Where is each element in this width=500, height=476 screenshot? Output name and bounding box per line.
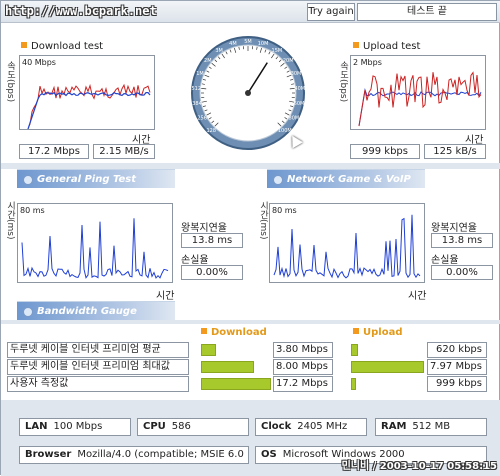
upload-bps-value: 999 kbps — [350, 144, 420, 159]
ping-chart-svg — [18, 204, 172, 282]
ping-loss-label: 손실율 — [181, 251, 209, 266]
tab-network-game[interactable]: Network Game & VoIP Test — [267, 169, 425, 188]
game-line — [274, 215, 420, 278]
orange-square-icon — [353, 42, 359, 48]
test-end-button[interactable]: 테스트 끝 — [357, 3, 497, 21]
gauge-tick-label: 15M — [272, 48, 283, 54]
upload-bar-value: 999 kbps — [427, 376, 487, 392]
clock-info: Clock2405 MHz — [255, 418, 367, 436]
ping-line — [22, 218, 168, 278]
tab-bandwidth-gauge[interactable]: Bandwidth Gauge — [17, 301, 175, 320]
gauge-tick-label: 3M — [215, 48, 223, 54]
lan-info: LAN100 Mbps — [19, 418, 131, 436]
gauge-tick-label: 256 — [197, 116, 207, 122]
ping-loss-value: 0.00% — [181, 265, 243, 280]
speed-gauge: 128 256 384 512 1M 2M3M 4M 5M 10M15M20M 30M 40M 60M… — [190, 35, 306, 151]
ping-y-label: 시간(ms) — [4, 201, 17, 239]
download-bps-value: 17.2 Mbps — [19, 144, 89, 159]
cpu-info: CPU586 — [137, 418, 249, 436]
download-average-line — [28, 93, 150, 129]
ping-latency-label: 왕복지연율 — [181, 219, 227, 234]
divider — [1, 320, 500, 324]
gauge-tick-label: 5M — [244, 39, 252, 45]
upload-bytes-value: 125 kB/s — [424, 144, 486, 159]
game-scale-label: 80 ms — [272, 206, 297, 215]
gauge-tick-label: 100M — [278, 128, 292, 134]
gauge-tick-label: 80M — [289, 116, 300, 122]
ram-info: RAM512 MB — [375, 418, 487, 436]
upload-bar-value: 7.97 Mbps — [427, 359, 487, 375]
game-loss-label: 손실율 — [431, 251, 459, 266]
upload-bar-value: 620 kbps — [427, 342, 487, 358]
upload-scale-label: 2 Mbps — [353, 58, 382, 67]
download-graph: 40 Mbps — [19, 55, 155, 130]
upload-graph: 2 Mbps — [350, 55, 486, 130]
gauge-tick-label: 20M — [283, 58, 294, 64]
ping-time-label: 시간 — [156, 287, 174, 302]
gauge-tick-label: 384 — [192, 101, 202, 107]
download-line — [28, 85, 150, 129]
download-scale-label: 40 Mbps — [22, 58, 56, 67]
download-bar-value: 8.00 Mbps — [273, 359, 333, 375]
gauge-tick-label: 10M — [258, 41, 269, 47]
download-bar-value: 17.2 Mbps — [273, 376, 333, 392]
gauge-dial-svg: 128 256 384 512 1M 2M3M 4M 5M 10M15M20M 30M 40M 60M… — [190, 35, 306, 151]
game-graph: 80 ms — [269, 203, 425, 283]
site-url: http://www.bcpark.net — [5, 4, 157, 18]
ping-latency-value: 13.8 ms — [181, 233, 243, 248]
bandwidth-upload-head: Upload — [353, 327, 402, 338]
bandwidth-download-head: Download — [201, 327, 267, 338]
tab-general-ping[interactable]: General Ping Test — [17, 169, 175, 188]
gauge-tick-label: 1M — [196, 71, 204, 77]
upload-bar — [351, 361, 424, 373]
upload-bar — [351, 344, 358, 356]
gauge-tick-label: 40M — [294, 86, 305, 92]
game-time-label: 시간 — [408, 287, 426, 302]
top-bar: http://www.bcpark.net Try again 테스트 끝 — [1, 1, 500, 23]
upload-y-label: 속도(bps) — [337, 61, 350, 102]
orange-square-icon — [21, 42, 27, 48]
try-again-button[interactable]: Try again — [307, 3, 355, 21]
game-chart-svg — [270, 204, 424, 282]
gauge-tick-label: 2M — [204, 58, 212, 64]
download-bar — [201, 378, 271, 390]
download-y-label: 속도(bps) — [4, 61, 17, 102]
speed-test-window: http://www.bcpark.net Try again 테스트 끝 Do… — [0, 0, 500, 475]
upload-average-line — [359, 90, 481, 126]
gauge-tick-label: 60M — [294, 101, 305, 107]
upload-title: Upload test — [353, 41, 420, 52]
gauge-tick-label: 512 — [191, 86, 201, 92]
download-bar — [201, 344, 216, 356]
game-latency-label: 왕복지연율 — [431, 219, 477, 234]
game-loss-value: 0.00% — [431, 265, 493, 280]
browser-info: BrowserMozilla/4.0 (compatible; MSIE 6.0 — [19, 446, 249, 464]
ping-graph: 80 ms — [17, 203, 173, 283]
upload-bar — [351, 378, 356, 390]
download-title: Download test — [21, 41, 103, 52]
gauge-tick-label: 30M — [291, 71, 302, 77]
upload-line — [359, 72, 481, 126]
timestamp-stamp: 민니비 / 2003-10-17 05:58:15 — [342, 457, 497, 472]
bandwidth-row-name: 두루넷 케이블 인터넷 프리미엄 최대값 — [7, 359, 189, 375]
orange-square-icon — [201, 328, 207, 334]
download-bar — [201, 361, 254, 373]
bandwidth-row-name: 사용자 측정값 — [7, 376, 189, 392]
download-bar-value: 3.80 Mbps — [273, 342, 333, 358]
gauge-tick-label: 4M — [229, 41, 237, 47]
game-latency-value: 13.8 ms — [431, 233, 493, 248]
ping-scale-label: 80 ms — [20, 206, 45, 215]
orange-square-icon — [353, 328, 359, 334]
bandwidth-row-name: 두루넷 케이블 인터넷 프리미엄 평균 — [7, 342, 189, 358]
download-bytes-value: 2.15 MB/s — [93, 144, 155, 159]
gauge-tick-label: 128 — [206, 128, 216, 134]
